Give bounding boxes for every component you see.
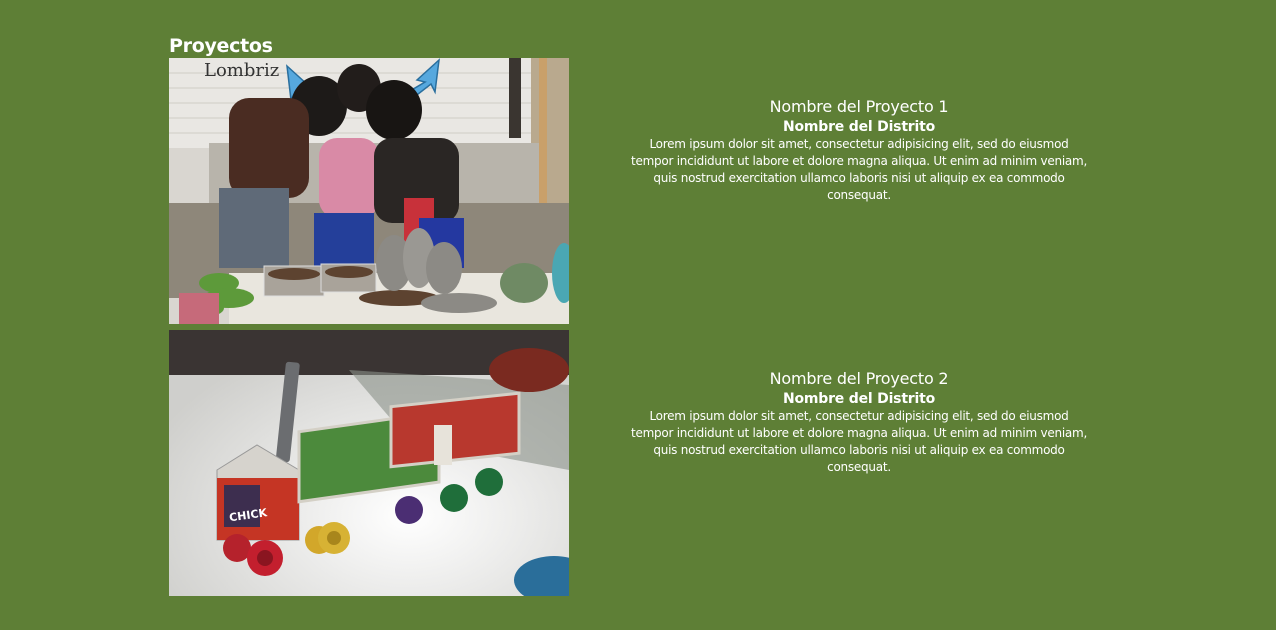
- project-card: CHICK Nombre del Proyecto 2 Nombre del D…: [169, 330, 1169, 596]
- project-info: Nombre del Proyecto 1 Nombre del Distrit…: [629, 96, 1089, 204]
- project-description: Lorem ipsum dolor sit amet, consectetur …: [630, 137, 1088, 202]
- wall-lettering: Lombriz: [204, 60, 279, 81]
- project-district: Nombre del Distrito: [782, 391, 936, 407]
- photo-kids-planting: Lombriz: [169, 58, 569, 324]
- photo-recycled-toy-train: CHICK: [169, 330, 569, 596]
- project-photo[interactable]: Lombriz: [169, 58, 569, 324]
- project-name[interactable]: Nombre del Proyecto 1: [629, 96, 1089, 118]
- project-photo[interactable]: CHICK: [169, 330, 569, 596]
- project-description: Lorem ipsum dolor sit amet, consectetur …: [630, 409, 1088, 474]
- project-info: Nombre del Proyecto 2 Nombre del Distrit…: [629, 368, 1089, 476]
- project-card: Lombriz Nombre del Proyecto 1 Nombre del…: [169, 58, 1169, 324]
- project-name[interactable]: Nombre del Proyecto 2: [629, 368, 1089, 390]
- project-district: Nombre del Distrito: [782, 119, 936, 135]
- section-title: Proyectos: [169, 35, 273, 57]
